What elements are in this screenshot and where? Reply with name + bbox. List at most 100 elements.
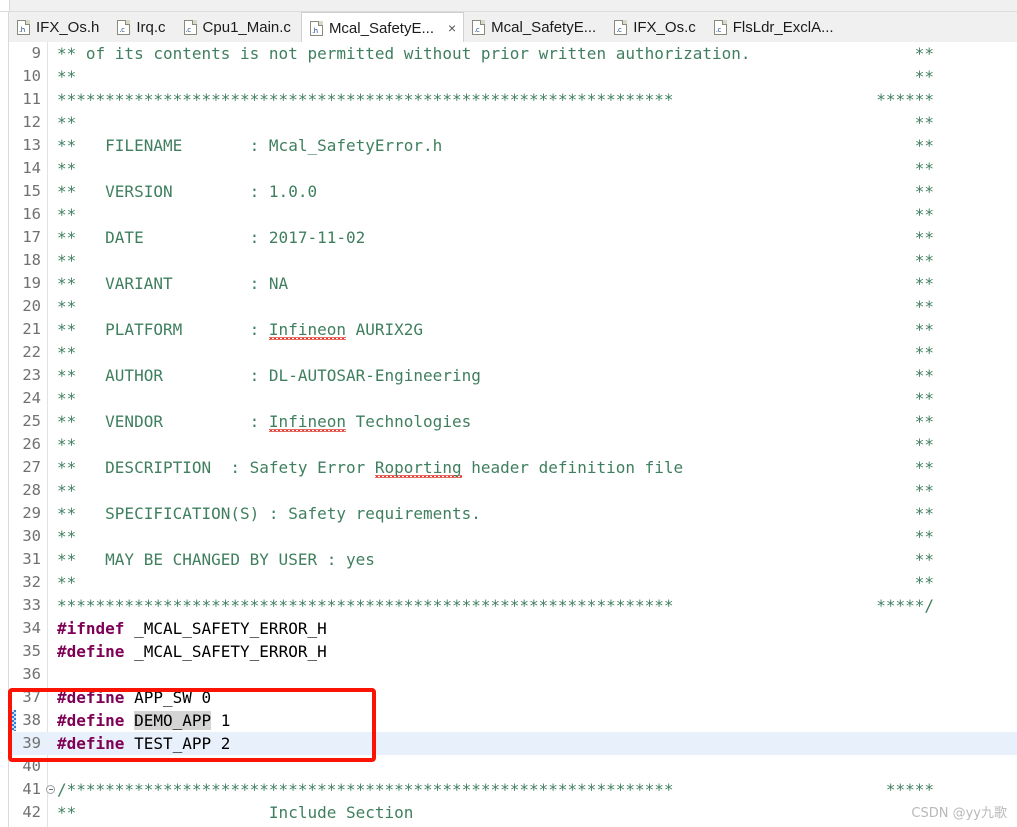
code-text: ** SPECIFICATION(S) : Safety requirement… xyxy=(57,502,481,525)
comment-text: Technologies xyxy=(346,412,471,431)
comment-trailing-text: ** xyxy=(915,456,934,479)
comment-trailing-text: *****/ xyxy=(876,594,934,617)
editor-tab-6[interactable]: .cIFX_Os.c xyxy=(606,12,706,43)
line-number: 32 xyxy=(10,571,44,594)
line-number: 33 xyxy=(10,594,44,617)
line-number: 13 xyxy=(10,134,44,157)
code-line[interactable]: 40 xyxy=(10,755,1017,778)
comment-trailing-text: ** xyxy=(915,410,934,433)
line-number: 25 xyxy=(10,410,44,433)
code-line[interactable]: 42** Include Section xyxy=(10,801,1017,824)
comment-trailing-text: ** xyxy=(915,249,934,272)
comment-text: ** xyxy=(57,343,76,362)
code-text: ** xyxy=(57,341,76,364)
code-line[interactable]: 26**** xyxy=(10,433,1017,456)
line-number: 28 xyxy=(10,479,44,502)
watermark-label: CSDN @yy九歌 xyxy=(911,802,1007,821)
code-line[interactable]: 36 xyxy=(10,663,1017,686)
editor-window: .hIFX_Os.h.cIrq.c.cCpu1_Main.c.hMcal_Saf… xyxy=(0,0,1017,827)
c-source-file-icon: .c xyxy=(614,20,627,35)
code-line[interactable]: 25** VENDOR : Infineon Technologies** xyxy=(10,410,1017,433)
code-line[interactable]: 22**** xyxy=(10,341,1017,364)
code-line[interactable]: 16**** xyxy=(10,203,1017,226)
code-line[interactable]: 37#define APP_SW 0 xyxy=(10,686,1017,709)
comment-text: ** of its contents is not permitted with… xyxy=(57,44,751,63)
editor-tab-7[interactable]: .cFlsLdr_ExclA... xyxy=(706,12,844,43)
comment-text: ** xyxy=(57,205,76,224)
code-text: ****************************************… xyxy=(57,88,674,111)
code-line[interactable]: 39#define TEST_APP 2 xyxy=(10,732,1017,755)
comment-trailing-text: ** xyxy=(915,318,934,341)
editor-tab-2[interactable]: .cIrq.c xyxy=(109,12,175,43)
line-number: 23 xyxy=(10,364,44,387)
comment-trailing-text: ** xyxy=(915,548,934,571)
code-line[interactable]: 41/*************************************… xyxy=(10,778,1017,801)
code-line[interactable]: 30**** xyxy=(10,525,1017,548)
comment-text: ** xyxy=(57,297,76,316)
line-number: 30 xyxy=(10,525,44,548)
code-line[interactable]: 38#define DEMO_APP 1 xyxy=(10,709,1017,732)
comment-trailing-text: ** xyxy=(915,571,934,594)
line-number: 9 xyxy=(10,42,44,65)
line-number: 19 xyxy=(10,272,44,295)
code-line[interactable]: 11**************************************… xyxy=(10,88,1017,111)
code-line[interactable]: 33**************************************… xyxy=(10,594,1017,617)
editor-tab-1[interactable]: .hIFX_Os.h xyxy=(9,12,109,43)
code-line[interactable]: 19** VARIANT : NA** xyxy=(10,272,1017,295)
code-text: ** xyxy=(57,387,76,410)
code-line[interactable]: 20**** xyxy=(10,295,1017,318)
line-number: 16 xyxy=(10,203,44,226)
comment-text: ** Include Section xyxy=(57,803,413,822)
line-number: 24 xyxy=(10,387,44,410)
code-line[interactable]: 24**** xyxy=(10,387,1017,410)
comment-text: ** SPECIFICATION(S) : Safety requirement… xyxy=(57,504,481,523)
comment-trailing-text: ***** xyxy=(886,778,934,801)
code-text: ** Include Section xyxy=(57,801,413,824)
code-line[interactable]: 13** FILENAME : Mcal_SafetyError.h** xyxy=(10,134,1017,157)
code-line[interactable]: 34#ifndef _MCAL_SAFETY_ERROR_H xyxy=(10,617,1017,640)
code-line[interactable]: 23** AUTHOR : DL-AUTOSAR-Engineering** xyxy=(10,364,1017,387)
code-line[interactable]: 14**** xyxy=(10,157,1017,180)
code-line[interactable]: 35#define _MCAL_SAFETY_ERROR_H xyxy=(10,640,1017,663)
code-line[interactable]: 28**** xyxy=(10,479,1017,502)
code-text: ** xyxy=(57,525,76,548)
code-text: /***************************************… xyxy=(57,778,674,801)
editor-tab-4[interactable]: .hMcal_SafetyE...× xyxy=(301,12,464,43)
code-line[interactable]: 32 ** ** xyxy=(10,571,1017,594)
c-header-file-icon: .h xyxy=(310,21,323,36)
code-line[interactable]: 29** SPECIFICATION(S) : Safety requireme… xyxy=(10,502,1017,525)
code-line[interactable]: 18**** xyxy=(10,249,1017,272)
code-area[interactable]: 9 ** of its contents is not permitted wit… xyxy=(10,42,1017,827)
code-text: #define _MCAL_SAFETY_ERROR_H xyxy=(57,640,327,663)
code-line[interactable]: 31** MAY BE CHANGED BY USER : yes** xyxy=(10,548,1017,571)
code-line[interactable]: 12**** xyxy=(10,111,1017,134)
editor-tab-5[interactable]: .cMcal_SafetyE... xyxy=(464,12,606,43)
comment-text: ** xyxy=(57,113,76,132)
code-text: #define TEST_APP 2 xyxy=(57,732,230,755)
code-editor[interactable]: 9 ** of its contents is not permitted wit… xyxy=(0,42,1017,827)
editor-tab-label: Mcal_SafetyE... xyxy=(491,20,596,35)
editor-tab-3[interactable]: .cCpu1_Main.c xyxy=(176,12,301,43)
comment-text: ** xyxy=(57,573,76,592)
comment-trailing-text: ** xyxy=(915,433,934,456)
line-number: 36 xyxy=(10,663,44,686)
c-source-file-icon: .c xyxy=(714,20,727,35)
comment-text: ** xyxy=(57,527,76,546)
preprocessor-keyword: #define xyxy=(57,711,124,730)
comment-text: ** VARIANT : NA xyxy=(57,274,288,293)
code-line[interactable]: 15** VERSION : 1.0.0** xyxy=(10,180,1017,203)
tab-close-icon[interactable]: × xyxy=(445,21,459,35)
code-line[interactable]: 10**** xyxy=(10,65,1017,88)
code-fragment xyxy=(124,711,134,730)
code-line[interactable]: 27** DESCRIPTION : Safety Error Roportin… xyxy=(10,456,1017,479)
code-line[interactable]: 17** DATE : 2017-11-02** xyxy=(10,226,1017,249)
comment-trailing-text: ****** xyxy=(876,88,934,111)
comment-text: ** AUTHOR : DL-AUTOSAR-Engineering xyxy=(57,366,481,385)
code-text: ** VARIANT : NA xyxy=(57,272,288,295)
macro-definition: APP_SW 0 xyxy=(124,688,211,707)
code-line[interactable]: 9 ** of its contents is not permitted wit… xyxy=(10,42,1017,65)
fold-collapse-icon[interactable] xyxy=(46,785,55,794)
comment-text: ** xyxy=(57,159,76,178)
code-line[interactable]: 21** PLATFORM : Infineon AURIX2G** xyxy=(10,318,1017,341)
code-text: ** xyxy=(57,249,76,272)
